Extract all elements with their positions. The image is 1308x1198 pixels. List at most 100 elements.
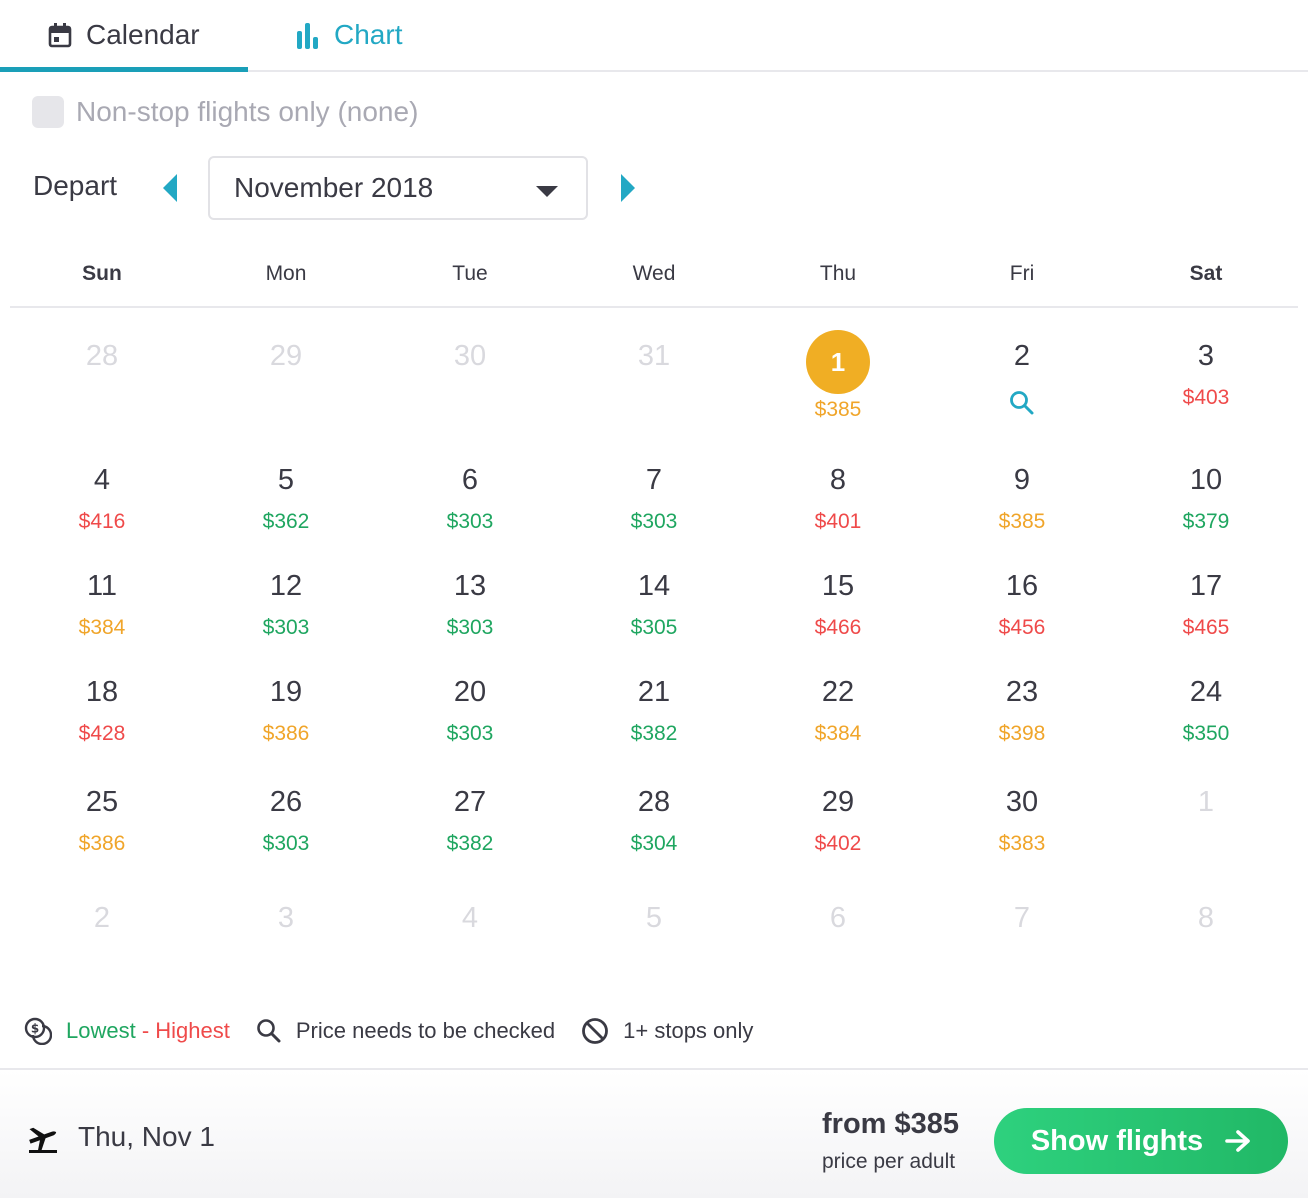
day-number: 30 <box>453 340 487 372</box>
calendar-day[interactable]: 14 $305 <box>562 566 746 640</box>
calendar-day[interactable]: 1 $385 <box>746 330 930 422</box>
day-price: $416 <box>78 510 126 533</box>
weekday-sun: Sun <box>82 262 122 285</box>
calendar-day[interactable]: 27 $382 <box>378 782 562 856</box>
day-number: 2 <box>93 902 111 934</box>
calendar-icon <box>48 23 72 48</box>
tab-calendar-label: Calendar <box>86 19 200 50</box>
day-price: $401 <box>814 510 862 533</box>
day-number: 20 <box>453 676 487 708</box>
calendar-day[interactable]: 16 $456 <box>930 566 1114 640</box>
day-number: 26 <box>269 786 303 818</box>
nonstop-checkbox[interactable] <box>32 96 64 128</box>
tab-calendar[interactable]: Calendar <box>0 0 248 72</box>
weekday-sat: Sat <box>1189 262 1223 285</box>
day-number: 11 <box>86 570 118 602</box>
day-number: 5 <box>277 464 295 496</box>
weekday-fri: Fri <box>1009 262 1035 285</box>
day-number: 15 <box>821 570 855 602</box>
day-price: $303 <box>446 510 494 533</box>
legend-highest: Highest <box>155 1018 230 1043</box>
day-number: 24 <box>1189 676 1223 708</box>
weekday-wed: Wed <box>632 262 676 285</box>
calendar-day-outside-month: 29 <box>194 336 378 376</box>
day-number: 30 <box>1005 786 1039 818</box>
calendar-day-outside-month: 4 <box>378 898 562 938</box>
day-price: $386 <box>262 722 310 745</box>
calendar-day-outside-month: 8 <box>1114 898 1298 938</box>
day-number: 8 <box>1197 902 1215 934</box>
calendar-day[interactable]: 4 $416 <box>10 460 194 534</box>
day-number: 1 <box>1197 786 1215 818</box>
calendar-day[interactable]: 26 $303 <box>194 782 378 856</box>
calendar-day[interactable]: 19 $386 <box>194 672 378 746</box>
calendar-day[interactable]: 18 $428 <box>10 672 194 746</box>
calendar-day[interactable]: 21 $382 <box>562 672 746 746</box>
calendar-day[interactable]: 3 $403 <box>1114 336 1298 410</box>
calendar-day[interactable]: 24 $350 <box>1114 672 1298 746</box>
selected-day-number: 1 <box>806 330 870 394</box>
day-number: 12 <box>269 570 303 602</box>
day-price: $304 <box>630 832 678 855</box>
calendar-day[interactable]: 9 $385 <box>930 460 1114 534</box>
previous-month-icon[interactable] <box>160 172 180 204</box>
nonstop-filter[interactable]: Non-stop flights only (none) <box>32 96 418 128</box>
legend-check-label: Price needs to be checked <box>295 1018 556 1043</box>
legend: $ Lowest - Highest Price needs to be che… <box>24 1014 779 1048</box>
calendar-day[interactable]: 29 $402 <box>746 782 930 856</box>
from-price: from $385 <box>822 1108 960 1140</box>
calendar-day[interactable]: 23 $398 <box>930 672 1114 746</box>
calendar-day[interactable]: 5 $362 <box>194 460 378 534</box>
calendar-day[interactable]: 11 $384 <box>10 566 194 640</box>
legend-price-range: $ Lowest - Highest <box>24 1017 230 1045</box>
svg-text:$: $ <box>31 1022 39 1036</box>
day-number: 29 <box>269 340 303 372</box>
day-price: $402 <box>814 832 862 855</box>
calendar-day[interactable]: 13 $303 <box>378 566 562 640</box>
day-price: $303 <box>262 832 310 855</box>
calendar-day[interactable]: 15 $466 <box>746 566 930 640</box>
day-number: 27 <box>453 786 487 818</box>
legend-price-check: Price needs to be checked <box>256 1018 555 1044</box>
calendar-day[interactable]: 20 $303 <box>378 672 562 746</box>
day-price: $386 <box>78 832 126 855</box>
calendar-day[interactable]: 2 <box>930 336 1114 416</box>
calendar-day[interactable]: 17 $465 <box>1114 566 1298 640</box>
next-month-icon[interactable] <box>618 172 638 204</box>
day-price: $303 <box>446 722 494 745</box>
calendar-day[interactable]: 25 $386 <box>10 782 194 856</box>
day-price: $466 <box>814 616 862 639</box>
day-number: 23 <box>1005 676 1039 708</box>
calendar-day[interactable]: 6 $303 <box>378 460 562 534</box>
calendar-day[interactable]: 28 $304 <box>562 782 746 856</box>
day-price: $303 <box>262 616 310 639</box>
tab-chart[interactable]: Chart <box>296 0 402 70</box>
legend-lowest: Lowest <box>66 1018 136 1043</box>
calendar-day-outside-month: 30 <box>378 336 562 376</box>
day-price: $379 <box>1182 510 1230 533</box>
day-price: $305 <box>630 616 678 639</box>
month-select[interactable]: November 2018 <box>208 156 588 220</box>
day-price: $465 <box>1182 616 1230 639</box>
day-price: $403 <box>1182 386 1230 409</box>
day-number: 2 <box>1013 340 1031 372</box>
depart-label: Depart <box>33 170 118 201</box>
selected-date-label: Thu, Nov 1 <box>78 1121 215 1152</box>
calendar-day[interactable]: 12 $303 <box>194 566 378 640</box>
weekday-mon: Mon <box>265 262 307 285</box>
calendar-day[interactable]: 30 $383 <box>930 782 1114 856</box>
calendar-day[interactable]: 7 $303 <box>562 460 746 534</box>
day-number: 8 <box>829 464 847 496</box>
day-number: 21 <box>637 676 671 708</box>
day-price: $350 <box>1182 722 1230 745</box>
show-flights-button[interactable]: Show flights <box>994 1108 1288 1174</box>
day-price: $385 <box>998 510 1046 533</box>
day-number: 3 <box>277 902 295 934</box>
calendar-day-outside-month: 1 <box>1114 782 1298 822</box>
arrow-right-icon <box>1225 1130 1250 1152</box>
nonstop-label: Non-stop flights only (none) <box>76 96 419 127</box>
calendar-day[interactable]: 22 $384 <box>746 672 930 746</box>
calendar-day[interactable]: 8 $401 <box>746 460 930 534</box>
calendar-day[interactable]: 10 $379 <box>1114 460 1298 534</box>
day-price: $382 <box>630 722 678 745</box>
